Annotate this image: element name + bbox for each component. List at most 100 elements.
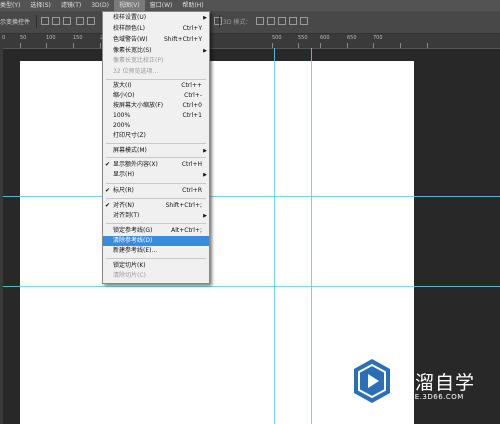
menu-item-shortcut: Ctrl+0	[182, 102, 202, 109]
menu-item-label: 清除切片(C)	[113, 272, 146, 279]
submenu-arrow-icon: ▶	[203, 172, 207, 178]
menu-item-lock-slices[interactable]: 锁定切片(K)	[103, 261, 209, 271]
ruler-tick	[400, 43, 401, 48]
ruler-tick	[100, 43, 101, 48]
menu-item-shortcut: Shift+Ctrl+Y	[163, 36, 202, 43]
menu-item-200-percent[interactable]: 200%	[103, 121, 209, 131]
menu-filter[interactable]: 滤镜(T)	[56, 0, 86, 11]
menu-item-label: 校样颜色(L)	[113, 25, 146, 32]
3d-roll-icon[interactable]	[267, 17, 275, 25]
menu-separator	[106, 143, 206, 144]
menu-window[interactable]: 窗口(W)	[145, 0, 178, 11]
ruler-tick-label: 500	[272, 35, 282, 41]
menu-item-label: 32 位预览选项...	[113, 68, 159, 75]
menu-item-clear-guides[interactable]: 清除参考线(D)	[103, 236, 209, 246]
submenu-arrow-icon: ▶	[203, 148, 207, 154]
menu-item-shortcut: Ctrl++	[181, 82, 202, 89]
watermark-title: 溜溜自学	[395, 372, 476, 394]
checkmark-icon: ✔	[105, 202, 111, 209]
menu-item-label: 打印尺寸(Z)	[113, 132, 146, 139]
menu-item-proof-setup[interactable]: 校样设置(U) ▶	[103, 13, 209, 23]
menu-separator	[106, 157, 206, 158]
divider	[36, 15, 37, 28]
menu-item-snap[interactable]: ✔ 对齐(N) Shift+Ctrl+;	[103, 201, 209, 211]
menu-item-zoom-in[interactable]: 放大(I) Ctrl++	[103, 81, 209, 91]
menu-item-shortcut: Ctrl+-	[184, 92, 202, 99]
ruler-tick-label: 700	[373, 35, 383, 41]
menu-item-new-guide[interactable]: 新建参考线(E)...	[103, 246, 209, 256]
watermark-logo-icon	[354, 359, 390, 403]
menu-item-shortcut: Ctrl+Y	[182, 25, 202, 32]
menu-separator	[106, 183, 206, 184]
menu-item-shortcut: Ctrl+R	[182, 187, 202, 194]
menu-item-label: 锁定参考线(G)	[113, 227, 153, 234]
menu-item-lock-guides[interactable]: 锁定参考线(G) Alt+Ctrl+;	[103, 226, 209, 236]
menu-item-shortcut: Ctrl+H	[181, 161, 202, 168]
menu-item-label: 色域警告(W)	[113, 36, 148, 43]
menu-item-label: 像素长宽比校正(P)	[113, 57, 164, 64]
ruler-tick-label: 650	[347, 35, 357, 41]
horizontal-guide[interactable]	[3, 196, 500, 197]
horizontal-ruler[interactable]: 0 50 100 150 200 500 550 600 650 700	[0, 34, 500, 49]
menu-item-label: 100%	[113, 112, 131, 119]
menu-item-rulers[interactable]: ✔ 标尺(R) Ctrl+R	[103, 186, 209, 196]
menu-3d[interactable]: 3D(D)	[86, 0, 114, 11]
menu-item-label: 显示额外内容(X)	[113, 161, 158, 168]
ruler-tick	[347, 43, 348, 48]
menu-separator	[106, 258, 206, 259]
menu-separator	[106, 79, 206, 80]
menu-bar: 类型(Y) 选择(S) 滤镜(T) 3D(D) 视图(V) 窗口(W) 帮助(H…	[0, 0, 500, 11]
vertical-guide[interactable]	[311, 48, 312, 424]
ruler-tick-label: 100	[46, 35, 56, 41]
menu-separator	[106, 198, 206, 199]
checkmark-icon: ✔	[105, 187, 111, 194]
vertical-guide[interactable]	[274, 48, 275, 424]
menu-item-32bit-preview: 32 位预览选项...	[103, 67, 209, 77]
ruler-tick-label: 600	[320, 35, 330, 41]
ruler-tick	[427, 43, 428, 48]
horizontal-guide[interactable]	[3, 286, 500, 287]
align-left-icon[interactable]	[76, 17, 84, 25]
menu-separator	[106, 223, 206, 224]
menu-item-label: 锁定切片(K)	[113, 262, 146, 269]
distribute-icon[interactable]	[214, 17, 222, 25]
ruler-tick-label: 0	[2, 35, 6, 41]
align-top-icon[interactable]	[41, 17, 49, 25]
align-bottom-icon[interactable]	[63, 17, 71, 25]
3d-slide-icon[interactable]	[289, 17, 297, 25]
align-center-icon[interactable]	[87, 17, 95, 25]
align-middle-icon[interactable]	[52, 17, 60, 25]
ruler-tick-label: 150	[73, 35, 83, 41]
3d-pan-icon[interactable]	[278, 17, 286, 25]
ruler-tick	[298, 43, 299, 48]
menu-item-snap-to[interactable]: 对齐到(T) ▶	[103, 211, 209, 221]
menu-item-fit-on-screen[interactable]: 按屏幕大小缩放(F) Ctrl+0	[103, 101, 209, 111]
menu-item-clear-slices: 清除切片(C)	[103, 271, 209, 281]
options-bar: 示变换控件 3D 模式：	[0, 11, 500, 34]
menu-item-proof-colors[interactable]: 校样颜色(L) Ctrl+Y	[103, 24, 209, 34]
menu-item-extras[interactable]: ✔ 显示额外内容(X) Ctrl+H	[103, 160, 209, 170]
menu-help[interactable]: 帮助(H)	[177, 0, 208, 11]
menu-item-pixel-aspect-correction: 像素长宽比校正(P)	[103, 56, 209, 66]
menu-item-screen-mode[interactable]: 屏幕模式(M) ▶	[103, 146, 209, 156]
menu-view[interactable]: 视图(V)	[113, 0, 145, 11]
ruler-tick	[20, 43, 21, 48]
menu-item-print-size[interactable]: 打印尺寸(Z)	[103, 131, 209, 141]
3d-scale-icon[interactable]	[300, 17, 308, 25]
menu-item-label: 校样设置(U)	[113, 14, 147, 21]
menu-item-show[interactable]: 显示(H) ▶	[103, 170, 209, 180]
menu-item-zoom-out[interactable]: 缩小(O) Ctrl+-	[103, 91, 209, 101]
show-transform-controls-label[interactable]: 示变换控件	[0, 17, 30, 26]
menu-select[interactable]: 选择(S)	[25, 0, 56, 11]
menu-item-label: 屏幕模式(M)	[113, 147, 147, 154]
menu-item-pixel-aspect-ratio[interactable]: 像素长宽比(S) ▶	[103, 46, 209, 56]
menu-item-100-percent[interactable]: 100% Ctrl+1	[103, 111, 209, 121]
menu-type[interactable]: 类型(Y)	[0, 0, 25, 11]
view-menu-dropdown: 校样设置(U) ▶ 校样颜色(L) Ctrl+Y 色域警告(W) Shift+C…	[102, 11, 210, 284]
3d-rotate-icon[interactable]	[256, 17, 264, 25]
ruler-tick	[373, 43, 374, 48]
menu-item-gamut-warning[interactable]: 色域警告(W) Shift+Ctrl+Y	[103, 35, 209, 45]
ruler-tick-label: 550	[298, 35, 308, 41]
menu-item-label: 缩小(O)	[113, 92, 135, 99]
vertical-ruler[interactable]	[0, 48, 3, 424]
